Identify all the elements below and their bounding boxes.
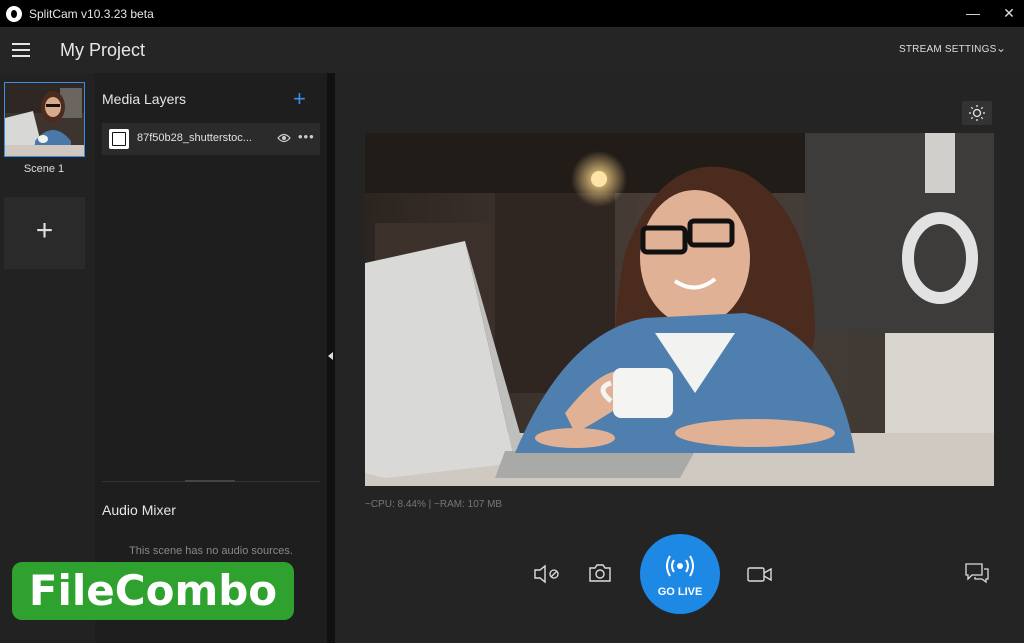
mute-audio-icon[interactable] <box>532 563 562 585</box>
filecombo-watermark: FileCombo <box>12 562 294 620</box>
image-layer-icon <box>109 129 129 149</box>
media-layers-panel: Media Layers + 87f50b28_shutterstoc... •… <box>95 73 327 643</box>
title-bar: SplitCam v10.3.23 beta — ✕ <box>0 0 1024 27</box>
preview-image <box>365 133 994 486</box>
layer-name: 87f50b28_shutterstoc... <box>137 132 252 144</box>
add-layer-button[interactable]: + <box>293 86 306 112</box>
collapse-arrow-icon[interactable] <box>328 352 333 360</box>
media-layers-title: Media Layers <box>102 91 187 107</box>
audio-mixer-title: Audio Mixer <box>102 502 176 518</box>
add-scene-button[interactable]: + <box>4 197 85 269</box>
project-title[interactable]: My Project <box>60 40 145 61</box>
close-button[interactable]: ✕ <box>994 0 1024 27</box>
minimize-button[interactable]: — <box>958 0 988 27</box>
window-title: SplitCam v10.3.23 beta <box>29 6 154 21</box>
layer-item[interactable]: 87f50b28_shutterstoc... ••• <box>102 123 320 155</box>
scene-label: Scene 1 <box>23 163 65 175</box>
brightness-icon <box>969 105 985 121</box>
scene-preview-image <box>5 83 84 156</box>
brightness-button[interactable] <box>962 101 992 125</box>
splitcam-app: SplitCam v10.3.23 beta — ✕ My Project ST… <box>0 0 1024 643</box>
record-video-icon[interactable] <box>746 563 774 585</box>
scenes-panel: Scene 1 + <box>0 73 95 643</box>
go-live-label: GO LIVE <box>657 586 703 598</box>
app-header: My Project STREAM SETTINGS ⌄ <box>0 27 1024 73</box>
go-live-button[interactable]: GO LIVE <box>640 534 720 614</box>
broadcast-icon <box>666 555 694 577</box>
hamburger-menu-icon[interactable] <box>12 43 30 57</box>
performance-stats: ~CPU: 8.44% | ~RAM: 107 MB <box>365 499 503 510</box>
chat-icon[interactable] <box>963 561 991 585</box>
audio-empty-message: This scene has no audio sources. <box>129 545 293 557</box>
chevron-down-icon[interactable]: ⌄ <box>996 41 1006 55</box>
visibility-eye-icon[interactable] <box>277 132 291 144</box>
stream-settings-button[interactable]: STREAM SETTINGS <box>899 44 996 55</box>
resize-handle[interactable] <box>185 480 235 482</box>
more-options-icon[interactable]: ••• <box>298 129 315 144</box>
splitcam-logo-icon <box>6 5 22 22</box>
scene-thumbnail[interactable] <box>4 82 85 157</box>
video-preview <box>365 133 994 486</box>
camera-snapshot-icon[interactable] <box>588 562 612 584</box>
watermark-text: FileCombo <box>28 566 278 615</box>
